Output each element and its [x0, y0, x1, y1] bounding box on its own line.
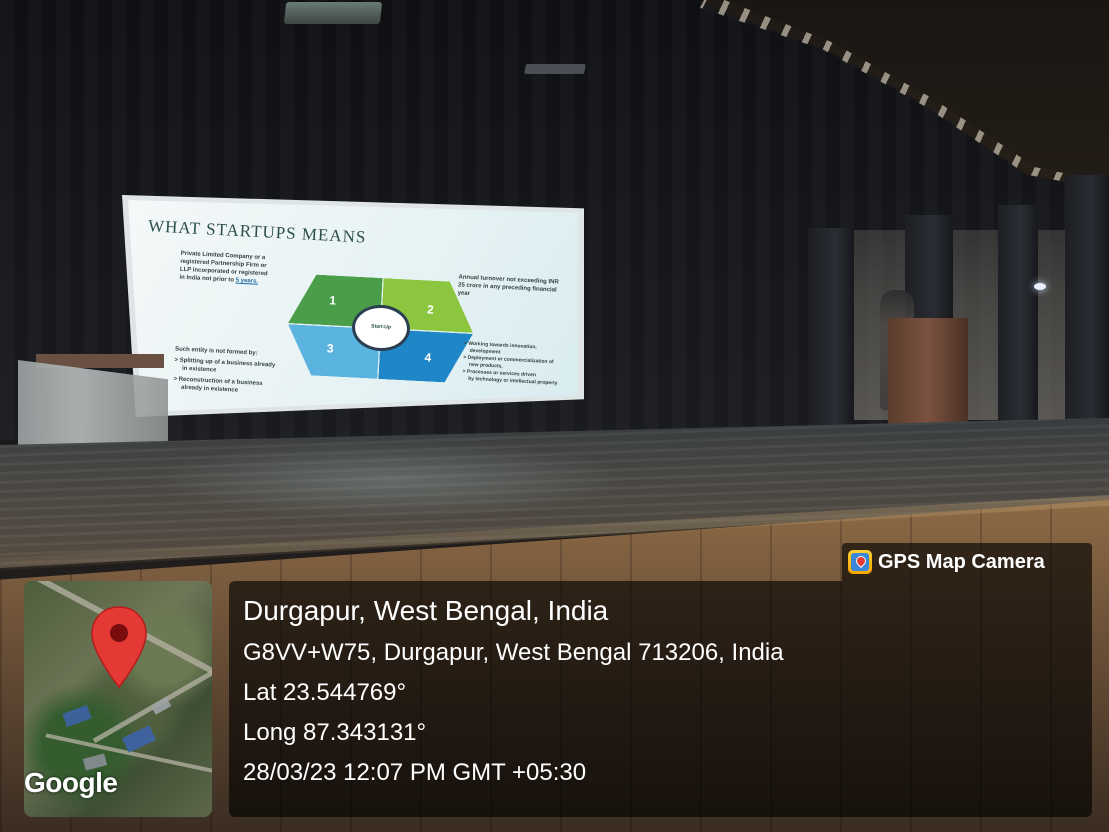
slide-text-part: in India not prior to — [179, 274, 235, 284]
slide-title: WHAT STARTUPS MEANS — [147, 216, 367, 247]
location-city: Durgapur, West Bengal, India — [243, 595, 609, 626]
wall-light — [1034, 283, 1046, 290]
hexagon-number: 2 — [426, 302, 435, 317]
slide-text: Such entity is not formed by: > Splittin… — [173, 345, 276, 396]
location-longitude: Long 87.343131° — [243, 719, 427, 746]
location-info-panel: Durgapur, West Bengal, India G8VV+W75, D… — [229, 581, 1092, 817]
hexagon-number: 3 — [326, 341, 334, 356]
gps-map-camera-icon — [848, 550, 872, 574]
pillar — [998, 205, 1038, 430]
location-address: G8VV+W75, Durgapur, West Bengal 713206, … — [243, 639, 784, 666]
pillar — [1065, 175, 1109, 430]
slide-text: > Working towards innovation, developmen… — [462, 341, 560, 388]
gps-brand-tag: GPS Map Camera — [842, 543, 1092, 581]
slide-text: Private Limited Company or a registered … — [179, 250, 268, 287]
slide-text-highlight: 5 years. — [235, 277, 259, 285]
floor-reflection — [150, 440, 630, 520]
hexagon-number: 4 — [424, 350, 432, 365]
hexagon-number: 1 — [329, 293, 337, 308]
satellite-map-thumbnail: Google — [24, 581, 212, 817]
photo-scene: WHAT STARTUPS MEANS Private Limited Comp… — [0, 0, 1109, 832]
podium — [888, 318, 968, 440]
location-datetime: 28/03/23 12:07 PM GMT +05:30 — [243, 759, 587, 786]
location-latitude: Lat 23.544769° — [243, 679, 407, 706]
hexagon-center-label: Start-Up — [371, 323, 392, 331]
map-building — [150, 697, 172, 715]
map-building — [122, 725, 156, 753]
ceiling-light — [524, 64, 586, 74]
ceiling-light — [283, 2, 383, 24]
startup-hexagon-diagram: 1 2 3 4 Start-Up — [286, 273, 476, 383]
gps-brand-label: GPS Map Camera — [878, 550, 1045, 573]
map-building — [62, 704, 92, 728]
google-watermark: Google — [24, 767, 118, 798]
pillar — [808, 228, 854, 428]
projection-screen: WHAT STARTUPS MEANS Private Limited Comp… — [128, 200, 578, 412]
map-pin-icon — [91, 606, 147, 689]
